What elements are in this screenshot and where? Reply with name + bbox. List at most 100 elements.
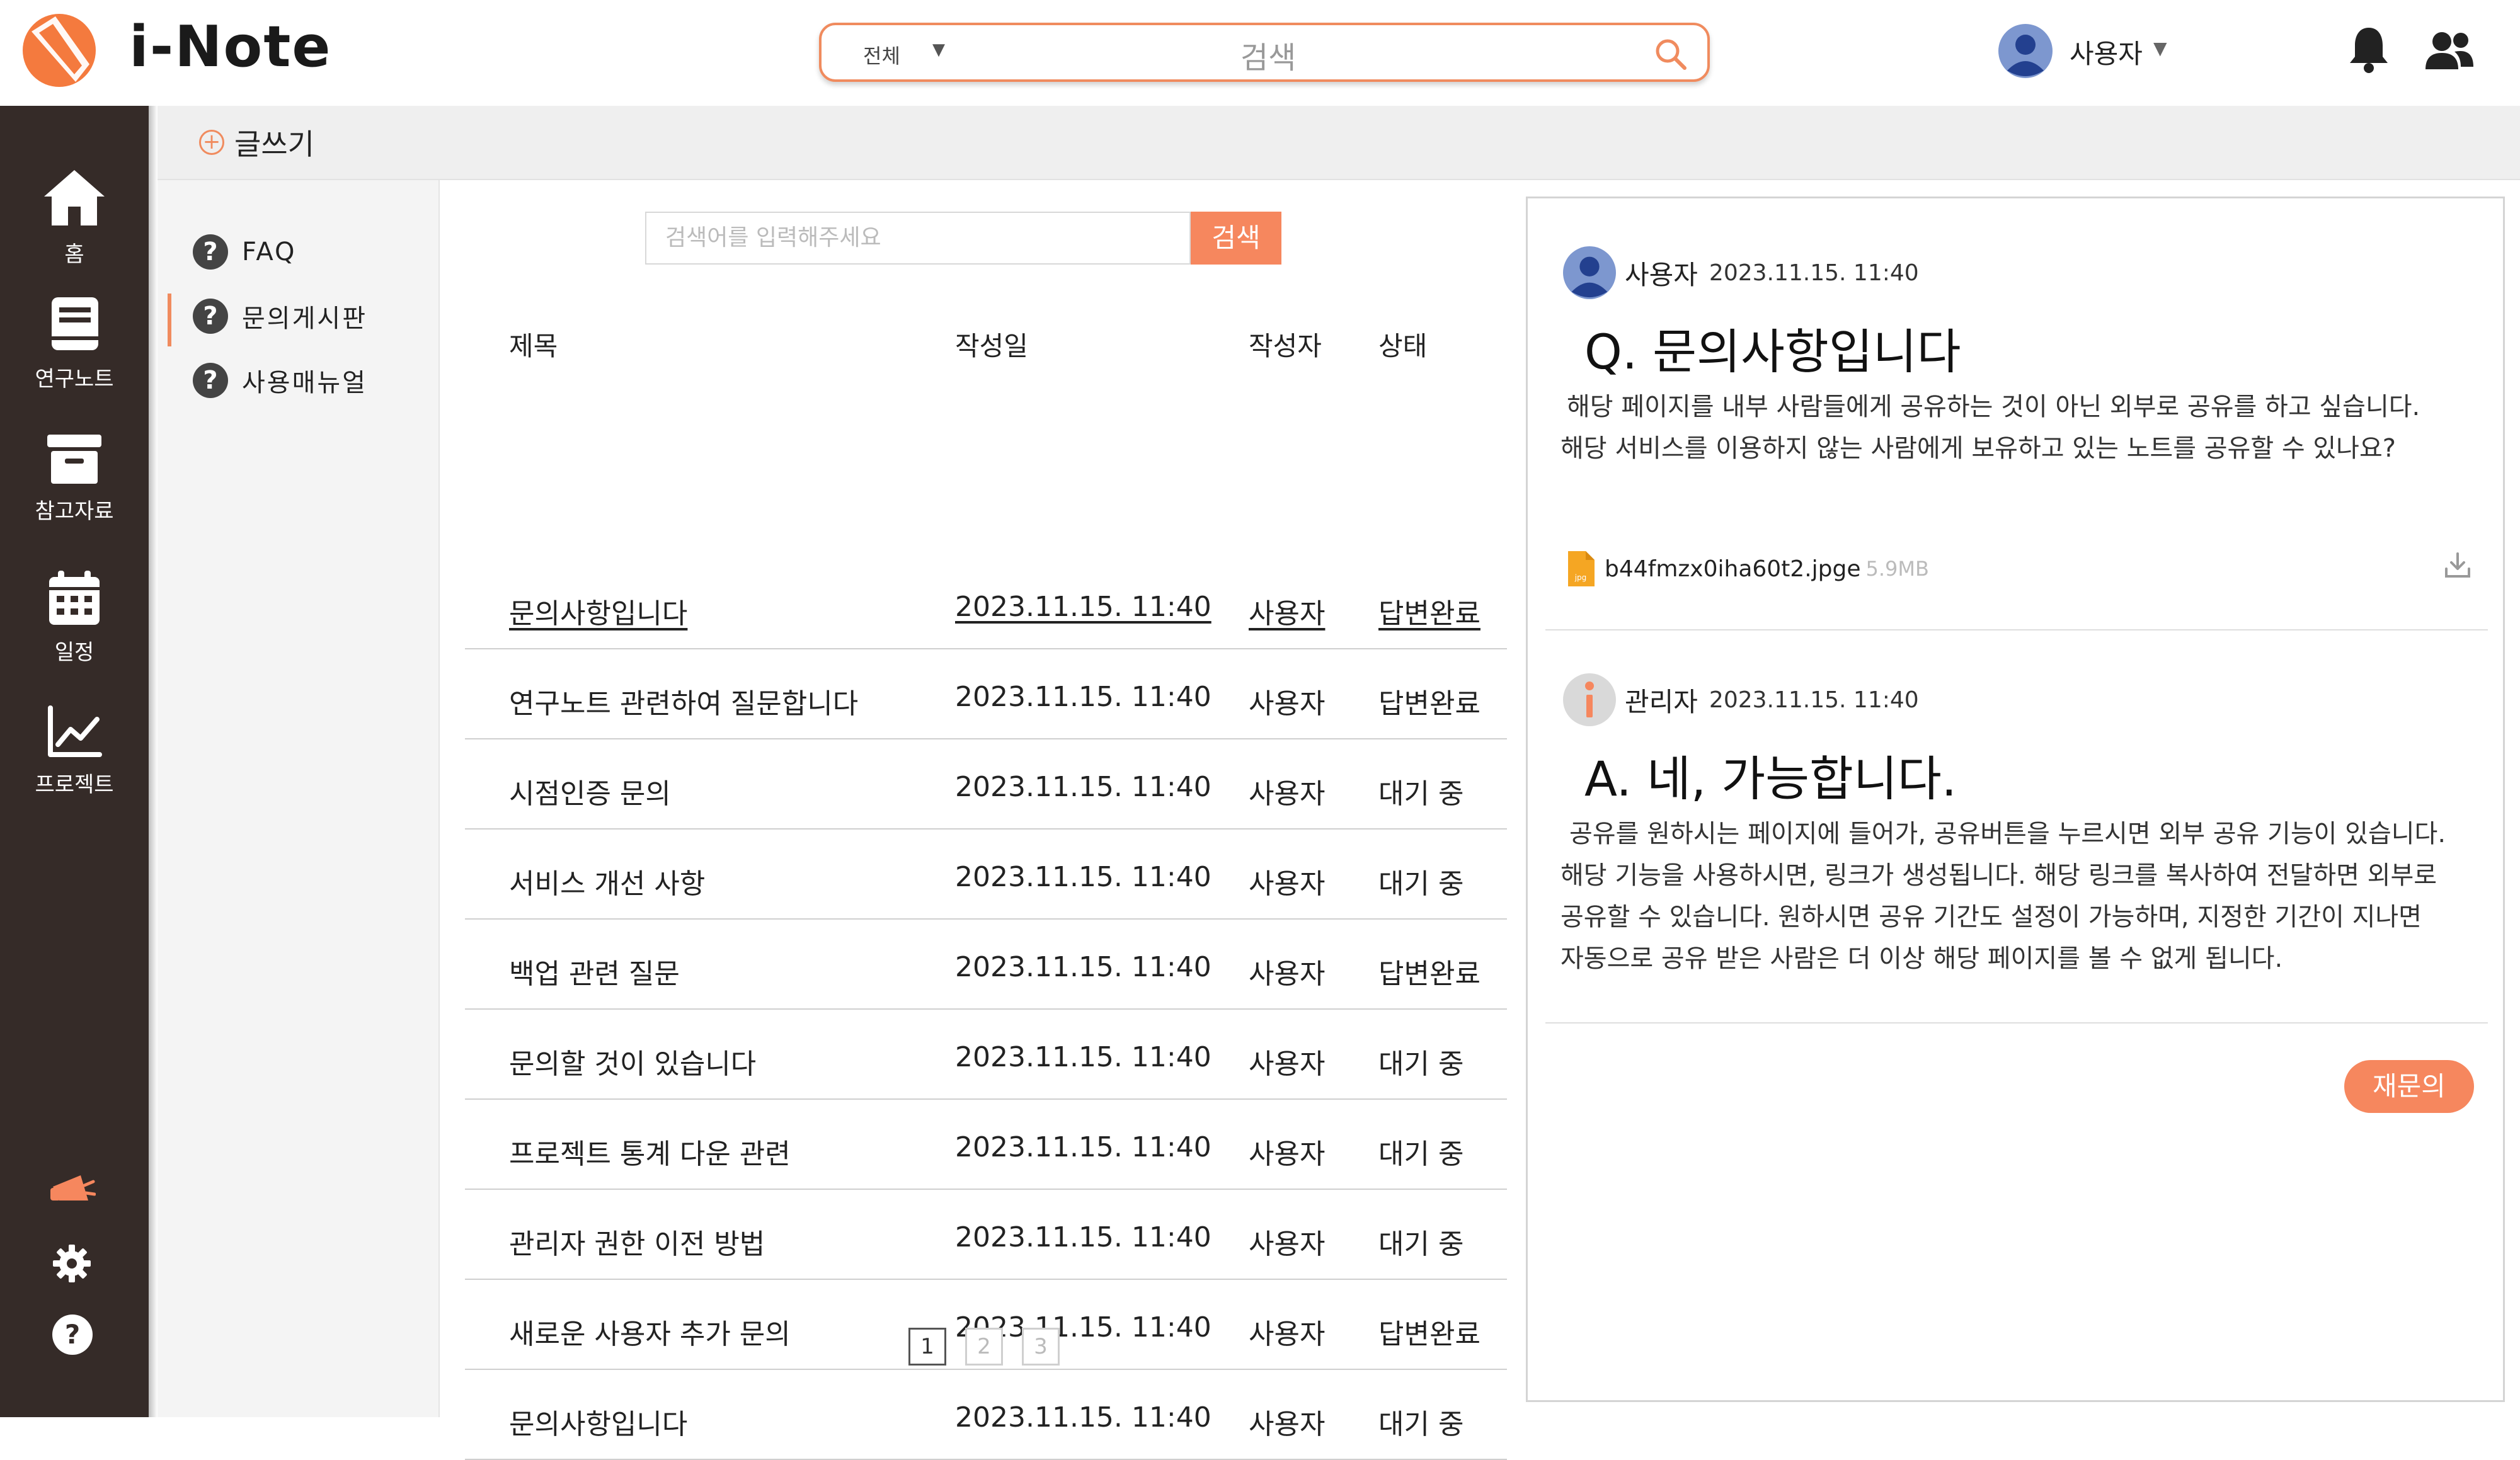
search-scope-select[interactable]: 전체 (863, 40, 900, 69)
row-status: 답변완료 (1378, 598, 1480, 630)
row-date: 2023.11.15. 11:40 (955, 591, 1211, 623)
page-button-2[interactable]: 2 (965, 1328, 1003, 1366)
app-logo-text: i-Note (129, 14, 332, 80)
app-header: i-Note 전체 ▼ 검색 사용자 ▼ (0, 0, 2520, 106)
row-title[interactable]: 새로운 사용자 추가 문의 (509, 1311, 791, 1352)
row-date: 2023.11.15. 11:40 (955, 1221, 1211, 1253)
plus-icon: + (199, 130, 224, 155)
sidebar-item-label: 참고자료 (35, 499, 114, 524)
table-row[interactable]: 관리자 권한 이전 방법 2023.11.15. 11:40 사용자 대기 중 (465, 1190, 1507, 1280)
sidebar-item-research-note[interactable]: 연구노트 (0, 295, 149, 392)
row-title[interactable]: 서비스 개선 사항 (509, 861, 705, 901)
reask-button[interactable]: 재문의 (2344, 1060, 2474, 1113)
row-title[interactable]: 연구노트 관련하여 질문합니다 (509, 681, 858, 721)
table-row[interactable]: 시점인증 문의 2023.11.15. 11:40 사용자 대기 중 (465, 739, 1507, 830)
row-author: 사용자 (1249, 1318, 1326, 1350)
row-author: 사용자 (1249, 778, 1326, 810)
attachment-name[interactable]: b44fmzx0iha60t2.jpge (1605, 556, 1861, 582)
user-name[interactable]: 사용자 (2070, 33, 2143, 71)
sidebar-item-references[interactable]: 참고자료 (0, 432, 149, 525)
table-row[interactable]: 문의할 것이 있습니다 2023.11.15. 11:40 사용자 대기 중 (465, 1010, 1507, 1100)
row-date: 2023.11.15. 11:40 (955, 951, 1211, 983)
answer-author: 관리자 (1625, 686, 1698, 717)
list-search-button[interactable]: 검색 (1191, 212, 1281, 265)
attachment[interactable]: jpg b44fmzx0iha60t2.jpge 5.9MB (1566, 550, 2473, 588)
page-button-1[interactable]: 1 (908, 1328, 946, 1366)
chart-icon (48, 705, 102, 757)
active-indicator (168, 294, 171, 346)
sidebar-item-project[interactable]: 프로젝트 (0, 705, 149, 798)
list-search-input[interactable]: 검색어를 입력해주세요 (645, 212, 1191, 265)
table-row[interactable]: 문의사항입니다 2023.11.15. 11:40 사용자 답변완료 (465, 559, 1507, 649)
row-title[interactable]: 시점인증 문의 (509, 771, 671, 811)
attachment-size: 5.9MB (1865, 557, 1929, 581)
megaphone-icon[interactable] (49, 1173, 96, 1209)
svg-text:?: ? (65, 1319, 80, 1350)
global-search-input[interactable]: 검색 (1240, 33, 1296, 77)
home-icon (44, 170, 105, 225)
support-submenu: ? FAQ ? 문의게시판 ? 사용매뉴얼 (158, 180, 440, 1417)
row-title[interactable]: 문의사항입니다 (509, 591, 687, 631)
search-icon[interactable] (1653, 37, 1688, 72)
column-header-author[interactable]: 작성자 (1249, 325, 1322, 363)
submenu-item-faq[interactable]: ? FAQ (193, 233, 296, 271)
row-title[interactable]: 문의할 것이 있습니다 (509, 1041, 756, 1081)
column-header-status[interactable]: 상태 (1378, 325, 1427, 363)
sidebar-shadow (149, 106, 158, 1417)
column-header-date[interactable]: 작성일 (955, 325, 1028, 363)
row-author: 사용자 (1249, 868, 1326, 900)
write-button-label: 글쓰기 (234, 127, 314, 161)
row-status: 대기 중 (1378, 778, 1464, 810)
pagination: 1 2 3 (908, 1328, 1060, 1366)
people-icon[interactable] (2424, 29, 2475, 73)
table-row[interactable]: 서비스 개선 사항 2023.11.15. 11:40 사용자 대기 중 (465, 830, 1507, 920)
answer-body-line: 공유를 원하시는 페이지에 들어가, 공유버튼을 누르시면 외부 공유 기능이 … (1569, 819, 2446, 848)
row-title[interactable]: 프로젝트 통계 다운 관련 (509, 1131, 791, 1172)
user-avatar-icon (1563, 246, 1616, 299)
bell-icon[interactable] (2347, 24, 2390, 74)
question-icon: ? (193, 234, 228, 270)
row-status: 대기 중 (1378, 1408, 1464, 1440)
row-author: 사용자 (1249, 1408, 1326, 1440)
global-search-bar[interactable]: 전체 ▼ 검색 (819, 23, 1710, 82)
row-title[interactable]: 관리자 권한 이전 방법 (509, 1221, 765, 1262)
section-divider (1545, 629, 2488, 630)
help-icon[interactable]: ? (52, 1314, 93, 1355)
sidebar-item-label: 연구노트 (35, 367, 114, 392)
submenu-item-inquiry-board[interactable]: ? 문의게시판 (193, 297, 367, 335)
question-meta: 사용자 2023.11.15. 11:40 (1563, 246, 1919, 299)
admin-avatar-icon (1563, 673, 1616, 726)
question-body-line: 해당 페이지를 내부 사람들에게 공유하는 것이 아닌 외부로 공유를 하고 싶… (1567, 392, 2420, 421)
submenu-label: FAQ (242, 237, 297, 266)
logo-icon[interactable] (20, 11, 101, 88)
sidebar-item-label: 일정 (54, 640, 94, 665)
page-button-3[interactable]: 3 (1022, 1328, 1060, 1366)
row-author: 사용자 (1249, 1228, 1326, 1260)
row-date: 2023.11.15. 11:40 (955, 681, 1211, 713)
sidebar-item-label: 홈 (64, 242, 84, 267)
question-icon: ? (193, 299, 228, 334)
table-row[interactable]: 백업 관련 질문 2023.11.15. 11:40 사용자 답변완료 (465, 920, 1507, 1010)
row-status: 대기 중 (1378, 868, 1464, 900)
table-row[interactable]: 프로젝트 통계 다운 관련 2023.11.15. 11:40 사용자 대기 중 (465, 1100, 1507, 1190)
caret-down-icon[interactable]: ▼ (932, 40, 945, 59)
row-status: 답변완료 (1378, 958, 1480, 990)
row-title[interactable]: 문의사항입니다 (509, 1401, 687, 1442)
row-author: 사용자 (1249, 1048, 1326, 1080)
download-icon[interactable] (2443, 550, 2473, 580)
sidebar-item-schedule[interactable]: 일정 (0, 569, 149, 666)
user-menu-caret-icon[interactable]: ▼ (2153, 38, 2167, 59)
column-header-title[interactable]: 제목 (509, 325, 558, 363)
sidebar-item-home[interactable]: 홈 (0, 168, 149, 268)
submenu-item-manual[interactable]: ? 사용매뉴얼 (193, 362, 367, 399)
calendar-icon (49, 571, 100, 625)
gear-icon[interactable] (52, 1243, 92, 1284)
row-title[interactable]: 백업 관련 질문 (509, 951, 680, 991)
table-row[interactable]: 연구노트 관련하여 질문합니다 2023.11.15. 11:40 사용자 답변… (465, 649, 1507, 739)
user-avatar-icon[interactable] (1998, 24, 2053, 78)
table-row[interactable]: 문의사항입니다 2023.11.15. 11:40 사용자 대기 중 (465, 1370, 1507, 1460)
row-status: 대기 중 (1378, 1138, 1464, 1170)
row-status: 대기 중 (1378, 1048, 1464, 1080)
write-button[interactable]: + 글쓰기 (199, 123, 314, 161)
question-title: Q. 문의사항입니다 (1584, 324, 1961, 380)
